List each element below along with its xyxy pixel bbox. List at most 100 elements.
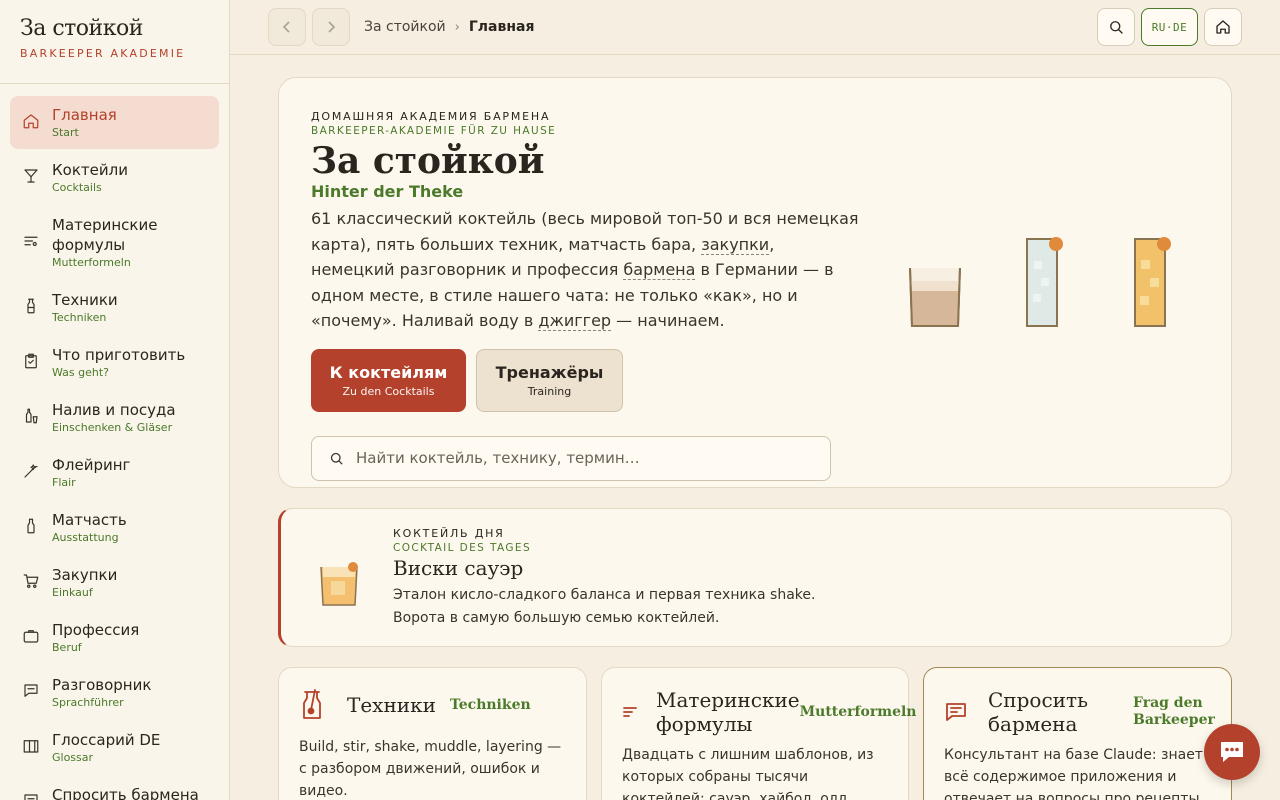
hero-eyebrow: ДОМАШНЯЯ АКАДЕМИЯ БАРМЕНА (311, 110, 551, 123)
sidebar-item-pouring[interactable]: Налив и посуда Einschenken & Gläser (10, 391, 219, 444)
cocktail-of-the-day[interactable]: КОКТЕЙЛЬ ДНЯ COCKTAIL DES TAGES Виски са… (278, 508, 1232, 647)
sidebar-item-label: Разговорник (52, 676, 152, 694)
sidebar-item-sub: Start (52, 126, 79, 139)
sidebar-item-label: Спросить бармена (52, 786, 199, 800)
sidebar-item-label: Главная (52, 106, 117, 124)
cart-icon (22, 572, 40, 590)
sidebar-nav: Главная Start Коктейли Cocktails Материнск… (0, 84, 229, 800)
card-title-de: Mutterformeln (799, 703, 917, 720)
sidebar: За стойкой BARKEEPER AKADEMIE Главная Sta… (0, 0, 230, 800)
training-button[interactable]: Тренажёры Training (476, 348, 623, 412)
sidebar-item-formulas[interactable]: Материнские формулы Mutterformeln (10, 206, 219, 279)
whisky-sour-glass-icon (320, 562, 358, 606)
sidebar-item-sub: Was geht? (52, 366, 110, 379)
book-icon (22, 737, 40, 755)
search-box[interactable] (311, 435, 831, 481)
card-title: Спросить бармена (988, 688, 1088, 736)
forward-button[interactable] (312, 8, 350, 46)
card-title: Техники (347, 693, 436, 717)
formula-icon (22, 232, 40, 250)
sidebar-item-label: Матчасть (52, 511, 127, 529)
home-icon (1216, 20, 1230, 34)
brand-subtitle: BARKEEPER AKADEMIE (20, 47, 186, 60)
collins-glass-icon (1134, 237, 1171, 327)
chat-icon (22, 682, 40, 700)
hero-title-de: Hinter der Theke (311, 182, 464, 201)
flair-icon (22, 462, 40, 480)
search-icon (1110, 21, 1123, 34)
breadcrumb-parent[interactable]: За стойкой (364, 19, 446, 35)
sidebar-item-purchasing[interactable]: Закупки Einkauf (10, 556, 219, 609)
sidebar-item-label: Техники (52, 291, 118, 309)
sidebar-item-label: Что приготовить (52, 346, 186, 364)
sidebar-item-equipment[interactable]: Матчасть Ausstattung (10, 501, 219, 554)
bottle-glass-icon (22, 407, 40, 425)
search-input[interactable] (356, 449, 796, 467)
sidebar-item-sub: Flair (52, 476, 76, 489)
rocks-glass-icon (909, 267, 961, 327)
card-description: Двадцать с лишним шаблонов, из которых с… (622, 747, 874, 800)
language-toggle[interactable]: RU·DE (1141, 8, 1198, 46)
breadcrumb-separator: › (454, 19, 460, 35)
sidebar-item-label: Материнские формулы (52, 216, 158, 254)
highball-glass-icon (1026, 237, 1063, 327)
to-cocktails-button[interactable]: К коктейлям Zu den Cocktails (311, 348, 466, 412)
sidebar-item-label: Глоссарий DE (52, 731, 161, 749)
breadcrumb: За стойкой › Главная (364, 19, 534, 35)
sidebar-item-sub: Glossar (52, 751, 94, 764)
sidebar-item-label: Коктейли (52, 161, 128, 179)
sidebar-item-cocktails[interactable]: Коктейли Cocktails (10, 151, 219, 204)
sidebar-item-what-to-make[interactable]: Что приготовить Was geht? (10, 336, 219, 389)
bottle-icon (22, 517, 40, 535)
breadcrumb-current: Главная (468, 19, 535, 35)
hero-description: 61 классический коктейль (весь мировой т… (311, 209, 859, 331)
cocktail-glass-icon (22, 167, 40, 185)
link-jigger[interactable]: джиггер (538, 311, 612, 331)
sidebar-item-sub: Einschenken & Gläser (52, 421, 173, 434)
link-purchasing[interactable]: закупки (701, 234, 770, 255)
link-bartender[interactable]: бармена (623, 260, 696, 280)
home-button[interactable] (1204, 8, 1242, 46)
sidebar-item-techniques[interactable]: Техники Techniken (10, 281, 219, 334)
sidebar-item-ask-bartender[interactable]: Спросить бармена (10, 776, 219, 800)
sidebar-item-sub: Beruf (52, 641, 82, 654)
glasses-illustration (909, 237, 1171, 327)
card-formulas[interactable]: Материнские формулы Mutterformeln Двадца… (601, 667, 917, 800)
card-title: Материнские формулы (656, 688, 800, 736)
chat-bubble-icon (1221, 742, 1243, 762)
sidebar-item-glossary[interactable]: Глоссарий DE Glossar (10, 721, 219, 774)
sidebar-item-label: Флейринг (52, 456, 131, 474)
sidebar-item-label: Профессия (52, 621, 140, 639)
card-title-de: Techniken (449, 696, 531, 713)
hero-card: ДОМАШНЯЯ АКАДЕМИЯ БАРМЕНА BARKEEPER-AKAD… (278, 77, 1232, 488)
topbar: За стойкой › Главная RU·DE (230, 0, 1280, 55)
sidebar-item-profession[interactable]: Профессия Beruf (10, 611, 219, 664)
sidebar-item-sub: Ausstattung (52, 531, 119, 544)
card-techniques[interactable]: Техники Techniken Build, stir, shake, mu… (278, 667, 587, 800)
sidebar-item-sub: Techniken (52, 311, 107, 324)
card-description: Build, stir, shake, muddle, layering — с… (299, 739, 562, 799)
sidebar-item-flair[interactable]: Флейринг Flair (10, 446, 219, 499)
search-icon (330, 452, 343, 465)
hero-eyebrow-de: BARKEEPER-AKADEMIE FÜR ZU HAUSE (311, 125, 557, 137)
sidebar-item-phrasebook[interactable]: Разговорник Sprachführer (10, 666, 219, 719)
sidebar-item-home[interactable]: Главная Start (10, 96, 219, 149)
cotd-description: Эталон кисло-сладкого баланса и первая т… (393, 587, 816, 626)
card-description: Консультант на базе Claude: знает всё со… (944, 747, 1204, 800)
chat-fab-button[interactable] (1204, 724, 1260, 780)
search-button[interactable] (1097, 8, 1135, 46)
brand[interactable]: За стойкой BARKEEPER AKADEMIE (0, 0, 229, 84)
message-icon (944, 695, 968, 729)
back-button[interactable] (268, 8, 306, 46)
card-title-de: Frag den Barkeeper (1133, 695, 1215, 728)
formula-icon (622, 695, 638, 729)
hero-title: За стойкой (311, 140, 545, 182)
cotd-eyebrow: КОКТЕЙЛЬ ДНЯ (393, 527, 505, 540)
sidebar-item-sub: Cocktails (52, 181, 102, 194)
brand-title: За стойкой (20, 16, 143, 41)
cotd-title: Виски сауэр (393, 556, 524, 580)
card-ask-bartender[interactable]: Спросить бармена Frag den Barkeeper Конс… (923, 667, 1232, 800)
briefcase-icon (22, 627, 40, 645)
button-label: Тренажёры (495, 362, 604, 382)
chevron-right-icon (328, 21, 336, 33)
